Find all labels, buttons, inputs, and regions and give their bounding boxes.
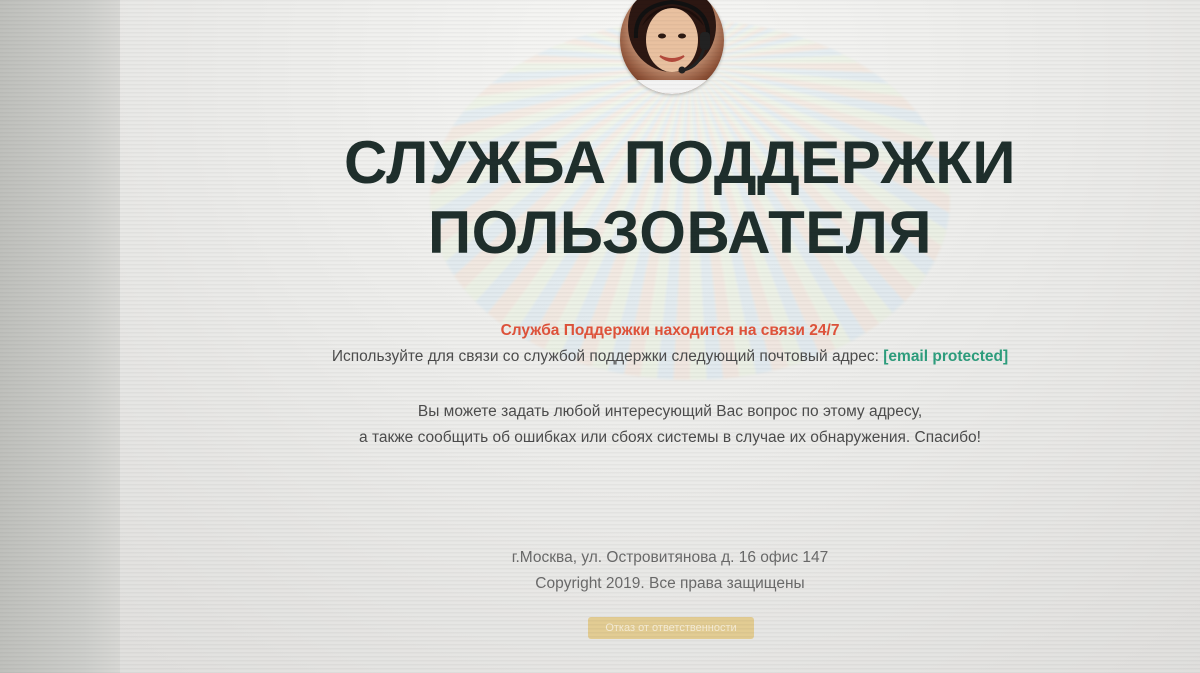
message-line-2: а также сообщить об ошибках или сбоях си… xyxy=(359,429,981,446)
support-email-link[interactable]: [email protected] xyxy=(883,348,1008,365)
page-title: СЛУЖБА ПОДДЕРЖКИ ПОЛЬЗОВАТЕЛЯ xyxy=(240,128,1120,268)
contact-info: Служба Поддержки находится на связи 24/7… xyxy=(170,318,1170,370)
message-line-1: Вы можете задать любой интересующий Вас … xyxy=(417,403,923,420)
page-title-line-2: ПОЛЬЗОВАТЕЛЯ xyxy=(427,199,933,266)
footer-address: г.Москва, ул. Островитянова д. 16 офис 1… xyxy=(511,549,829,566)
support-message: Вы можете задать любой интересующий Вас … xyxy=(170,399,1170,451)
monitor-screen: СЛУЖБА ПОДДЕРЖКИ ПОЛЬЗОВАТЕЛЯ Служба Под… xyxy=(0,0,1200,673)
contact-text: Используйте для связи со службой поддерж… xyxy=(331,348,884,365)
availability-notice: Служба Поддержки находится на связи 24/7 xyxy=(500,322,840,339)
contact-line: Используйте для связи со службой поддерж… xyxy=(170,344,1170,370)
screen-edge xyxy=(0,0,120,673)
page-title-line-1: СЛУЖБА ПОДДЕРЖКИ xyxy=(343,129,1017,196)
disclaimer-button[interactable]: Отказ от ответственности xyxy=(588,617,754,639)
page-footer: г.Москва, ул. Островитянова д. 16 офис 1… xyxy=(170,545,1170,597)
support-operator-avatar xyxy=(620,0,724,94)
footer-copyright: Copyright 2019. Все права защищены xyxy=(535,575,805,592)
